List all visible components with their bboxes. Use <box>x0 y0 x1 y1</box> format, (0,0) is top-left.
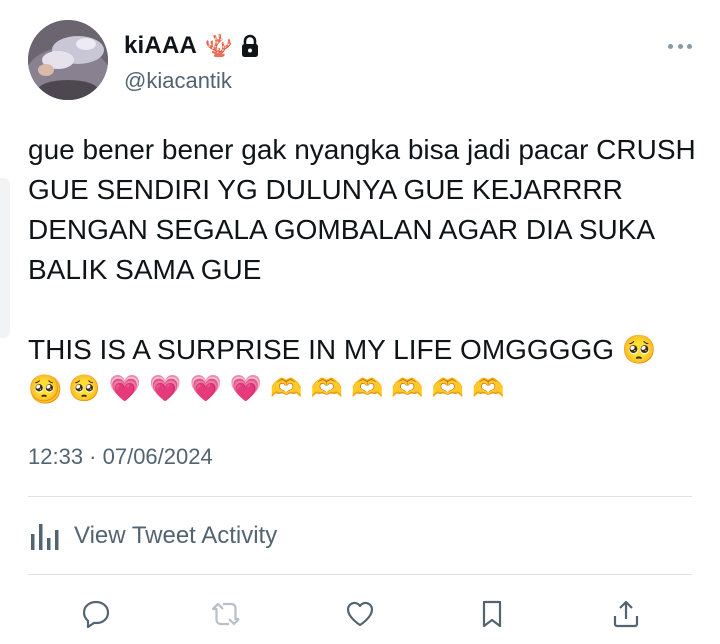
bookmark-icon <box>482 600 502 628</box>
emoji: 🫶 <box>351 373 386 403</box>
view-tweet-activity-label: View Tweet Activity <box>74 522 278 549</box>
divider <box>28 496 692 497</box>
emoji: 🫶 <box>310 373 345 403</box>
emoji: 🫶 <box>472 373 507 403</box>
display-name-row: kiAAA 🪸 <box>124 30 260 62</box>
avatar[interactable] <box>28 20 108 100</box>
bookmark-button[interactable] <box>472 594 512 634</box>
emoji: 🥺 <box>28 373 63 403</box>
tweet-action-bar <box>56 594 656 634</box>
emoji: 🫶 <box>391 373 426 403</box>
like-button[interactable] <box>340 594 380 634</box>
emoji: 🫶 <box>431 373 467 403</box>
tweet-detail: kiAAA 🪸 @kiacantik gue bener bener gak n… <box>0 0 720 644</box>
emoji: 💗 <box>229 373 265 403</box>
emoji: 💗 <box>189 373 224 403</box>
share-button[interactable] <box>606 594 646 634</box>
retweet-button[interactable] <box>206 594 246 634</box>
analytics-bars-icon <box>31 524 59 550</box>
retweet-icon <box>211 602 240 626</box>
tweet-timestamp[interactable]: 12:33 · 07/06/2024 <box>28 444 213 470</box>
coral-emoji-icon: 🪸 <box>205 33 233 58</box>
avatar-image <box>28 20 108 100</box>
share-icon <box>613 600 639 628</box>
emoji-line: 🥺 🥺 💗 💗 💗 💗 🫶 🫶 🫶 🫶 🫶 🫶 <box>28 368 698 408</box>
more-options-icon[interactable] <box>668 36 692 56</box>
view-tweet-activity-button[interactable]: View Tweet Activity <box>28 516 277 556</box>
reply-button[interactable] <box>76 594 116 634</box>
reply-icon <box>82 600 110 629</box>
user-handle[interactable]: @kiacantik <box>124 68 232 94</box>
emoji: 💗 <box>149 373 184 403</box>
lock-icon <box>240 33 260 59</box>
emoji: 💗 <box>108 373 144 403</box>
like-icon <box>346 601 374 627</box>
emoji: 🥺 <box>68 373 103 403</box>
divider <box>28 574 692 575</box>
display-name[interactable]: kiAAA <box>124 32 197 60</box>
emoji: 🫶 <box>270 373 305 403</box>
